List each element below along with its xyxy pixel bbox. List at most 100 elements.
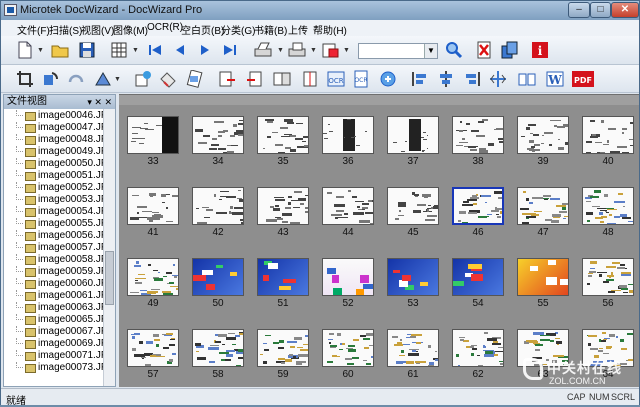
page-thumbnail[interactable] bbox=[322, 187, 374, 225]
new-dropdown-arrow[interactable]: ▼ bbox=[37, 47, 44, 54]
page-both-icon[interactable] bbox=[273, 70, 291, 88]
eraser-icon[interactable] bbox=[159, 70, 177, 88]
maximize-button[interactable]: □ bbox=[590, 2, 611, 18]
thumbnail-cell[interactable]: 46 bbox=[446, 172, 510, 244]
stamp-icon[interactable] bbox=[185, 69, 203, 88]
page-thumbnail[interactable] bbox=[452, 258, 504, 296]
thumbnail-cell[interactable]: 36 bbox=[316, 101, 380, 173]
setting-dropdown-arrow[interactable]: ▼ bbox=[343, 47, 350, 54]
page-thumbnail[interactable] bbox=[322, 116, 374, 154]
view-dropdown-arrow[interactable]: ▼ bbox=[132, 47, 139, 54]
info-icon[interactable]: i bbox=[531, 41, 549, 59]
page-thumbnail[interactable] bbox=[582, 116, 634, 154]
thumbnail-cell[interactable]: 42 bbox=[186, 172, 250, 244]
file-item[interactable]: image00059.JPG bbox=[4, 266, 115, 278]
select-dropdown-arrow[interactable]: ▼ bbox=[114, 76, 121, 83]
thumbnail-cell[interactable]: 53 bbox=[381, 243, 445, 315]
file-item[interactable]: image00061.JPG bbox=[4, 290, 115, 302]
scan-icon[interactable] bbox=[254, 41, 272, 59]
thumbnail-cell[interactable]: 40 bbox=[576, 101, 640, 173]
page-thumbnail[interactable] bbox=[387, 329, 439, 367]
thumbnail-cell[interactable]: 44 bbox=[316, 172, 380, 244]
thumbnail-cell[interactable]: 39 bbox=[511, 101, 575, 173]
zoom-search-icon[interactable] bbox=[445, 41, 463, 59]
page-thumbnail[interactable] bbox=[192, 329, 244, 367]
close-button[interactable]: ✕ bbox=[611, 2, 639, 18]
file-item[interactable]: image00052.JPG bbox=[4, 182, 115, 194]
thumbnail-view-icon[interactable] bbox=[110, 41, 128, 59]
page-thumbnail[interactable] bbox=[192, 187, 244, 225]
page-thumbnail[interactable] bbox=[582, 187, 634, 225]
page-thumbnail[interactable] bbox=[322, 329, 374, 367]
page-left-icon[interactable] bbox=[218, 70, 236, 88]
thumbnail-cell[interactable]: 55 bbox=[511, 243, 575, 315]
thumbnail-cell[interactable]: 49 bbox=[121, 243, 185, 315]
select-icon[interactable] bbox=[93, 70, 111, 88]
menu-image[interactable]: 图像(M) bbox=[113, 22, 148, 37]
page-thumbnail[interactable] bbox=[452, 187, 504, 225]
file-item[interactable]: image00069.JPG bbox=[4, 338, 115, 350]
thumbnail-cell[interactable]: 35 bbox=[251, 101, 315, 173]
page-thumbnail[interactable] bbox=[387, 187, 439, 225]
thumbnail-cell[interactable]: 58 bbox=[186, 314, 250, 386]
thumbnail-cell[interactable]: 45 bbox=[381, 172, 445, 244]
page-thumbnail[interactable] bbox=[322, 258, 374, 296]
thumbnail-cell[interactable]: 51 bbox=[251, 243, 315, 315]
thumbnail-cell[interactable]: 43 bbox=[251, 172, 315, 244]
copy-pages-icon[interactable] bbox=[501, 41, 519, 59]
thumbnail-cell[interactable]: 41 bbox=[121, 172, 185, 244]
thumbnail-cell[interactable]: 54 bbox=[446, 243, 510, 315]
file-item[interactable]: image00056.JPG bbox=[4, 230, 115, 242]
menu-book[interactable]: 书籍(B) bbox=[254, 22, 287, 37]
page-thumbnail[interactable] bbox=[387, 116, 439, 154]
page-right-icon[interactable] bbox=[246, 70, 264, 88]
ocr-run-icon[interactable] bbox=[379, 70, 397, 88]
thumbnail-cell[interactable]: 61 bbox=[381, 314, 445, 386]
fill-icon[interactable] bbox=[134, 70, 152, 88]
file-item[interactable]: image00049.JPG bbox=[4, 146, 115, 158]
thumbnail-cell[interactable]: 57 bbox=[121, 314, 185, 386]
file-item[interactable]: image00057.JPG bbox=[4, 242, 115, 254]
page-thumbnail[interactable] bbox=[192, 116, 244, 154]
last-page-icon[interactable] bbox=[221, 41, 239, 59]
minimize-button[interactable]: – bbox=[568, 2, 590, 18]
file-item[interactable]: image00065.JPG bbox=[4, 314, 115, 326]
file-item[interactable]: image00048.JPG bbox=[4, 134, 115, 146]
thumbnail-cell[interactable]: 60 bbox=[316, 314, 380, 386]
previous-page-icon[interactable] bbox=[171, 41, 189, 59]
page-thumbnail[interactable] bbox=[257, 258, 309, 296]
file-item[interactable]: image00054.JPG bbox=[4, 206, 115, 218]
page-thumbnail[interactable] bbox=[257, 116, 309, 154]
scroll-thumb[interactable] bbox=[105, 251, 114, 305]
page-thumbnail[interactable] bbox=[517, 116, 569, 154]
page-thumbnail[interactable] bbox=[517, 258, 569, 296]
page-thumbnail[interactable] bbox=[387, 258, 439, 296]
file-item[interactable]: image00060.JPG bbox=[4, 278, 115, 290]
file-item[interactable]: image00073.JPG bbox=[4, 362, 115, 374]
thumbnail-cell[interactable]: 48 bbox=[576, 172, 640, 244]
page-thumbnail[interactable] bbox=[127, 258, 179, 296]
page-thumbnail[interactable] bbox=[127, 116, 179, 154]
ocr-doc-icon[interactable]: OCR bbox=[353, 70, 371, 88]
undo-icon[interactable] bbox=[67, 70, 85, 88]
delete-page-icon[interactable] bbox=[475, 41, 493, 59]
menu-scan[interactable]: 扫描(S) bbox=[49, 22, 82, 37]
menu-help[interactable]: 帮助(H) bbox=[313, 22, 347, 37]
thumbnail-cell[interactable]: 50 bbox=[186, 243, 250, 315]
page-thumbnail[interactable] bbox=[257, 187, 309, 225]
page-thumbnail[interactable] bbox=[192, 258, 244, 296]
menu-blank-page[interactable]: 空白页(B) bbox=[181, 22, 224, 37]
file-item[interactable]: image00055.JPG bbox=[4, 218, 115, 230]
next-page-icon[interactable] bbox=[196, 41, 214, 59]
align-center-icon[interactable] bbox=[437, 70, 455, 88]
page-thumbnail[interactable] bbox=[127, 187, 179, 225]
ocr-icon[interactable]: OCR bbox=[327, 70, 345, 88]
thumbnail-cell[interactable]: 56 bbox=[576, 243, 640, 315]
page-thumbnail[interactable] bbox=[582, 258, 634, 296]
book-icon[interactable] bbox=[518, 70, 536, 88]
align-right-icon[interactable] bbox=[463, 70, 481, 88]
new-document-icon[interactable] bbox=[16, 41, 34, 59]
split-icon[interactable] bbox=[489, 70, 507, 88]
page-thumbnail[interactable] bbox=[452, 329, 504, 367]
rotate-icon[interactable] bbox=[41, 70, 59, 88]
